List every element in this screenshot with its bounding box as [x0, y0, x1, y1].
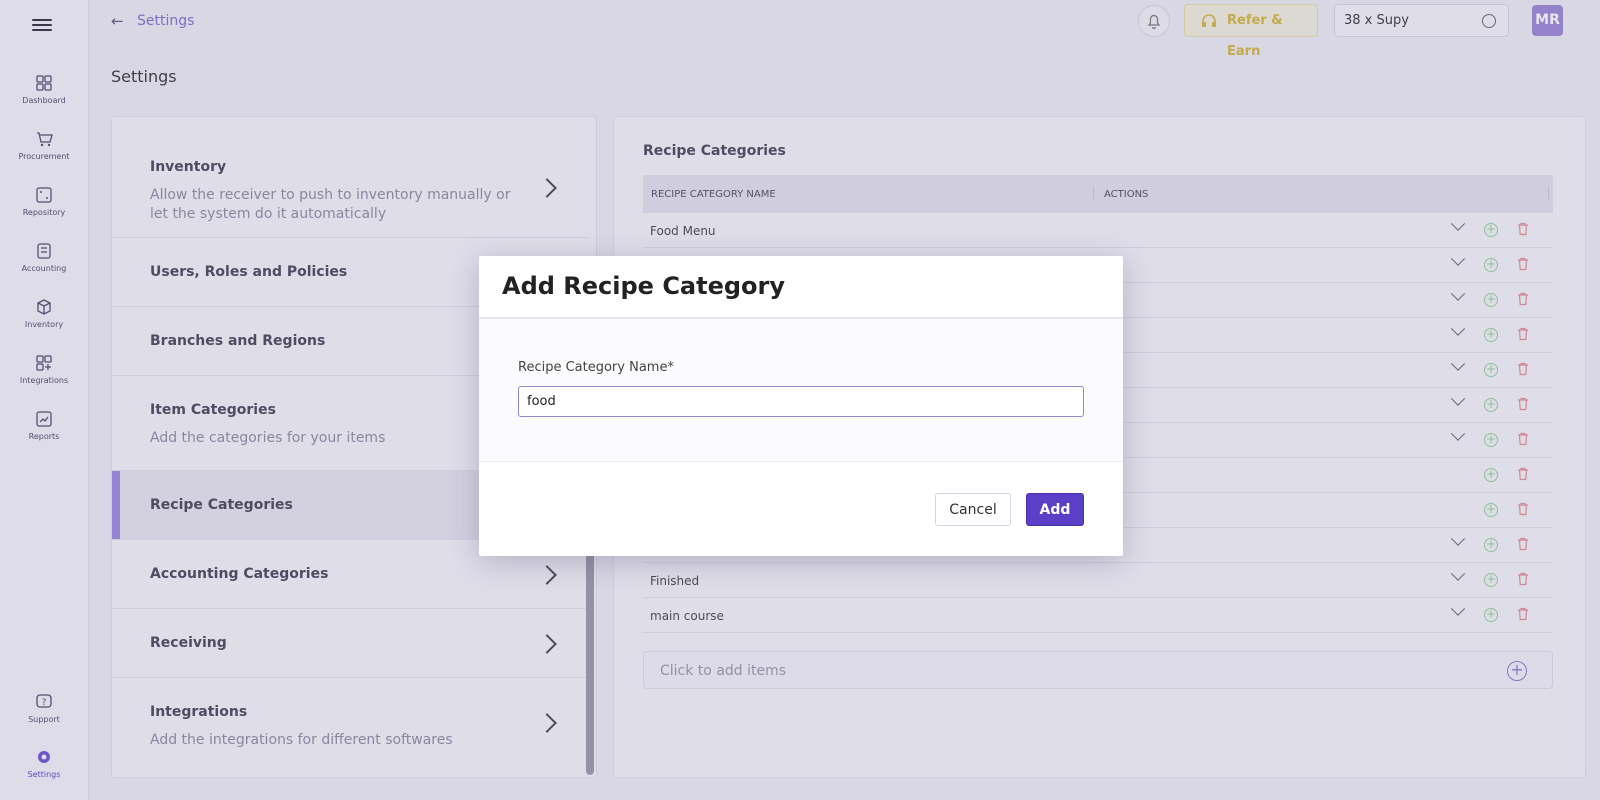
dialog-header: Add Recipe Category	[479, 256, 1123, 319]
recipe-category-name-label: Recipe Category Name*	[518, 360, 674, 375]
add-recipe-category-dialog: Add Recipe Category Recipe Category Name…	[479, 256, 1123, 556]
cancel-button[interactable]: Cancel	[935, 493, 1011, 526]
recipe-category-name-input[interactable]	[518, 386, 1084, 417]
dialog-title: Add Recipe Category	[502, 272, 786, 300]
add-button[interactable]: Add	[1026, 493, 1084, 526]
dialog-footer: Cancel Add	[479, 461, 1123, 556]
